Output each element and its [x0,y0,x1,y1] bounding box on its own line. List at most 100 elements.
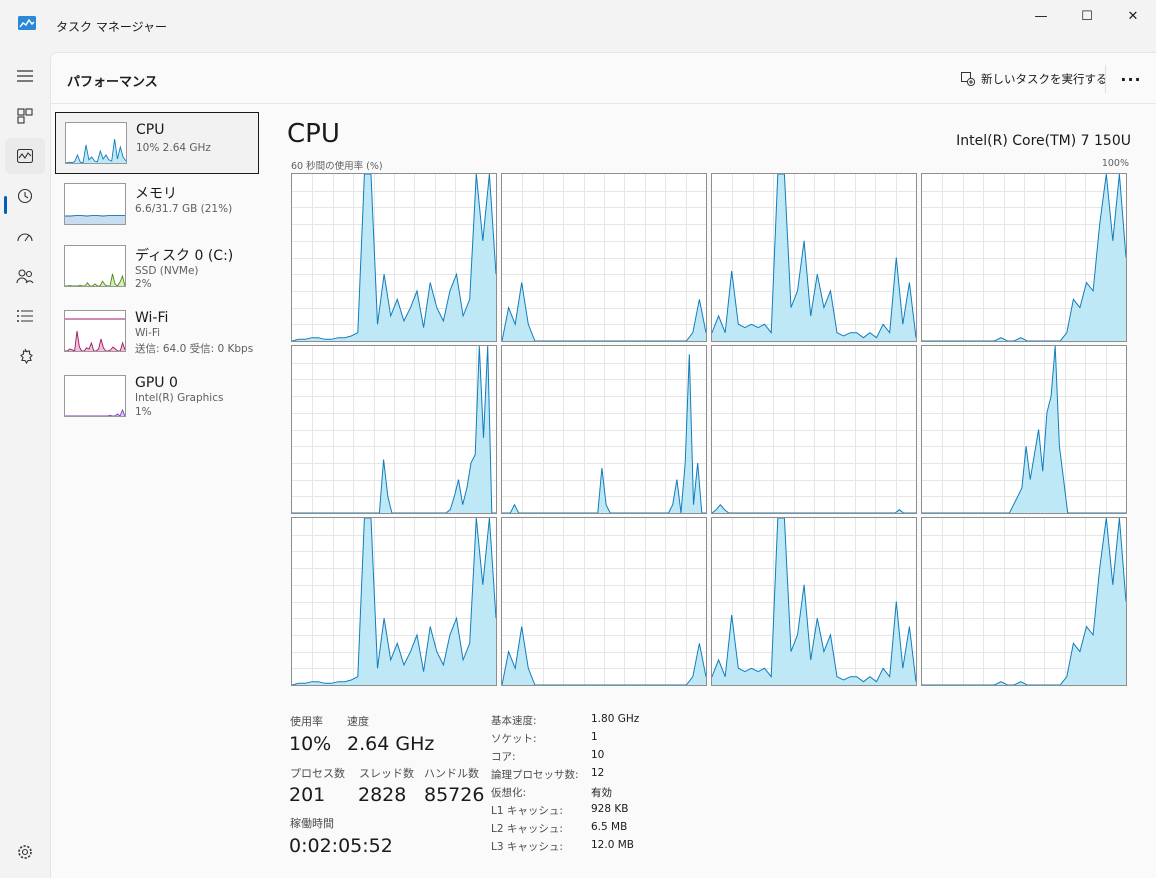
new-task-icon [961,72,975,86]
spec-value: 1 [591,731,598,743]
usage-value: 10% [289,733,332,755]
nav-performance[interactable] [5,138,45,174]
thumbnail-area [65,331,125,351]
device-detail: 2% [135,278,152,290]
minimize-button[interactable]: — [1018,0,1064,32]
performance-icon [17,149,33,163]
cpu-usage-graph [292,346,496,513]
maximize-button[interactable]: ☐ [1064,0,1110,32]
menu-button[interactable] [5,58,45,94]
processes-value: 201 [289,784,326,806]
logical-processor-graph [921,345,1127,514]
device-detail: 送信: 64.0 受信: 0 Kbps [135,343,254,355]
nav-startup-apps[interactable] [5,218,45,254]
threads-label: スレッド数 [359,767,414,780]
cpu-usage-graph [922,346,1126,513]
spec-label: ソケット: [491,733,537,745]
logical-processor-graphs [291,173,1130,688]
cpu-usage-graph [712,346,916,513]
device-item-gpu[interactable]: GPU 0 Intel(R) Graphics 1% [55,366,259,428]
graph-axis-max: 100% [1101,158,1129,169]
nav-app-history[interactable] [5,178,45,214]
settings-icon [18,845,32,859]
device-name: CPU [136,122,165,138]
task-manager-app-icon [18,16,36,30]
close-icon: ✕ [1127,8,1139,24]
header-divider [51,103,1156,104]
spec-label: コア: [491,751,516,763]
usage-label: 使用率 [290,715,323,728]
maximize-icon: ☐ [1081,8,1093,24]
title-bar: タスク マネージャー — ☐ ✕ [0,0,1156,52]
wifi-thumbnail-graph [64,310,126,352]
nav-details[interactable] [5,298,45,334]
uptime-value: 0:02:05:52 [289,835,393,857]
more-icon: ··· [1120,69,1142,89]
device-name: ディスク 0 (C:) [135,248,234,264]
nav-users[interactable] [5,258,45,294]
cpu-usage-graph [502,346,706,513]
graph-axis-label: 60 秒間の使用率 (%) [291,161,383,172]
device-detail: Intel(R) Graphics [135,392,224,404]
nav-processes[interactable] [5,98,45,134]
spec-value: 有効 [591,787,612,799]
cpu-usage-graph [292,174,496,341]
nav-settings[interactable] [5,834,45,870]
performance-title: CPU [287,119,340,149]
cpu-usage-graph [502,518,706,685]
spec-value: 10 [591,749,605,761]
startup-apps-icon [17,233,33,242]
device-name: GPU 0 [135,375,178,391]
processes-label: プロセス数 [290,767,345,780]
logical-processor-graph [921,173,1127,342]
run-new-task-label: 新しいタスクを実行する [981,72,1108,86]
device-item-cpu[interactable]: CPU 10% 2.64 GHz [55,112,259,174]
device-item-wifi[interactable]: Wi-Fi Wi-Fi 送信: 64.0 受信: 0 Kbps [55,301,259,363]
details-icon [17,310,33,322]
device-detail: SSD (NVMe) [135,265,199,277]
logical-processor-graph [291,345,497,514]
logical-processor-graph [291,517,497,686]
thumbnail-line [65,330,125,351]
close-button[interactable]: ✕ [1110,0,1156,32]
speed-value: 2.64 GHz [347,733,435,755]
disk-thumbnail-graph [64,245,126,287]
logical-processor-graph [921,517,1127,686]
navigation-rail [0,52,50,878]
thumbnail-area [65,215,125,224]
more-options-button[interactable]: ··· [1117,67,1145,91]
device-detail: 6.6/31.7 GB (21%) [135,203,233,215]
spec-label: 基本速度: [491,715,537,727]
spec-label: L1 キャッシュ: [491,805,563,817]
app-history-icon [17,188,33,204]
services-icon [20,348,33,364]
logical-processor-graph [501,173,707,342]
speed-label: 速度 [347,715,369,728]
logical-processor-graph [711,517,917,686]
cpu-usage-graph [922,174,1126,341]
device-item-disk[interactable]: ディスク 0 (C:) SSD (NVMe) 2% [55,236,259,298]
users-icon [16,269,34,284]
spec-value: 12 [591,767,605,779]
spec-value: 928 KB [591,803,629,815]
cpu-usage-graph [502,174,706,341]
toolbar-separator [1105,65,1106,93]
device-item-memory[interactable]: メモリ 6.6/31.7 GB (21%) [55,174,259,236]
uptime-label: 稼働時間 [290,817,334,830]
logical-processor-graph [711,173,917,342]
thumbnail-area [66,139,126,163]
spec-value: 1.80 GHz [591,713,640,725]
spec-label: L3 キャッシュ: [491,841,563,853]
device-detail: Wi-Fi [135,327,161,339]
cpu-thumbnail-graph [65,122,127,164]
spec-value: 6.5 MB [591,821,628,833]
logical-processor-graph [291,173,497,342]
cpu-usage-graph [292,518,496,685]
thumbnail-line [65,273,125,286]
spec-label: L2 キャッシュ: [491,823,563,835]
logical-processor-graph [711,345,917,514]
handles-value: 85726 [424,784,485,806]
run-new-task-button[interactable]: 新しいタスクを実行する [955,65,1114,93]
nav-services[interactable] [5,338,45,374]
device-name: メモリ [135,186,177,202]
